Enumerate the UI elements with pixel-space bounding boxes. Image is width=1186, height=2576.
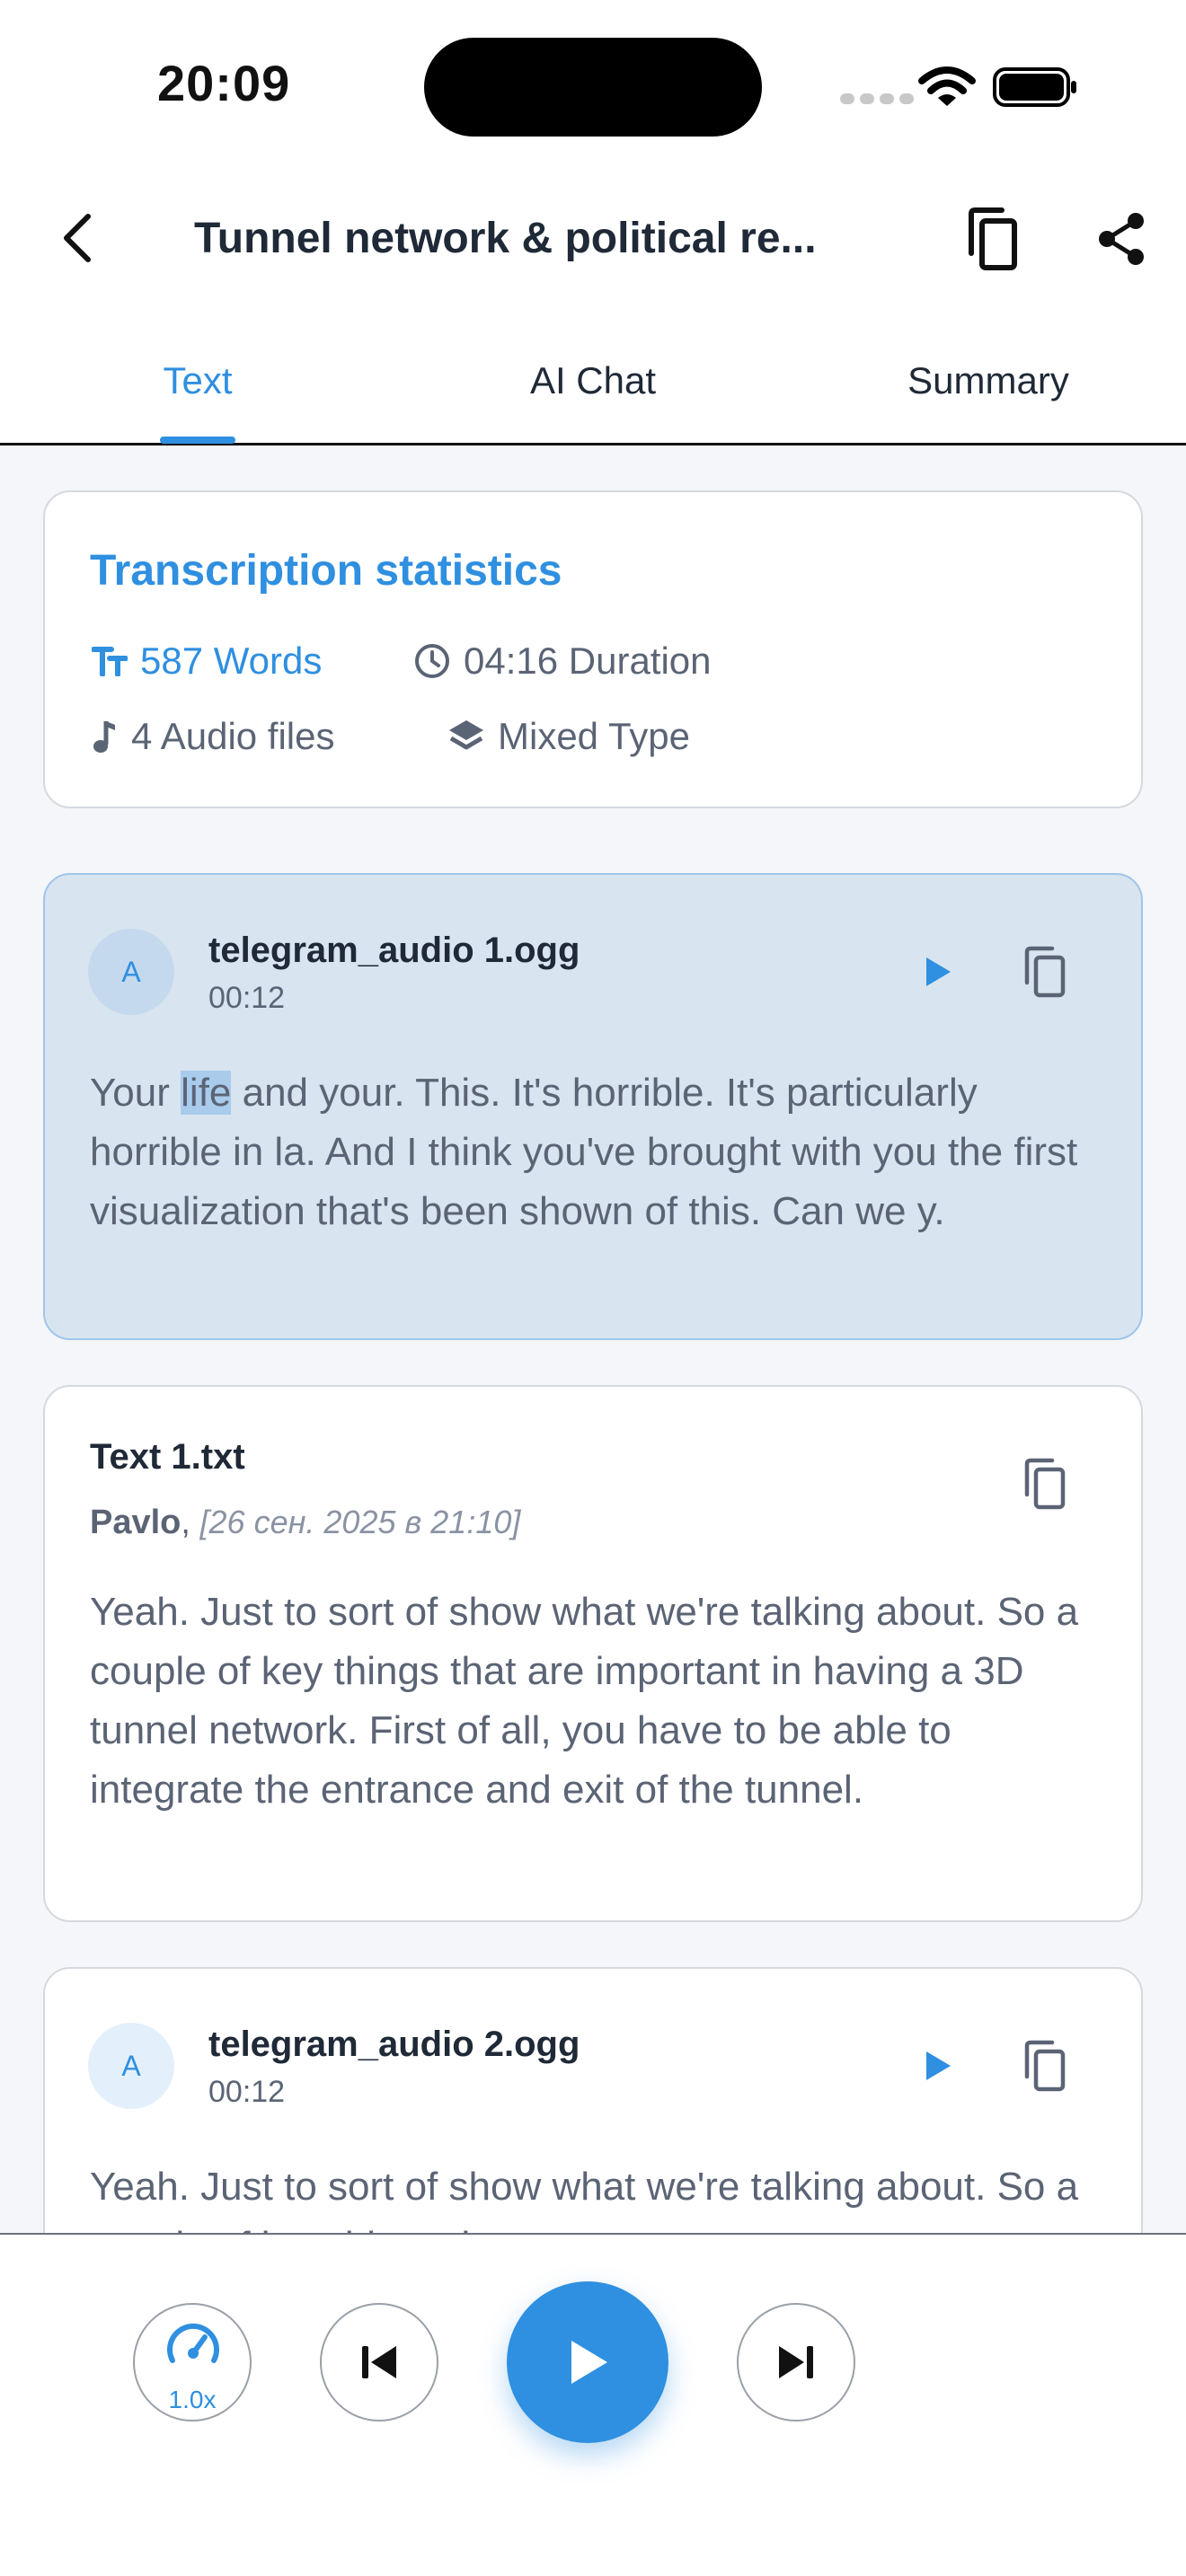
- speed-label: 1.0x: [168, 2386, 217, 2413]
- speedometer-icon: [167, 2323, 219, 2363]
- stat-audio-files-label: 4 Audio files: [131, 715, 335, 757]
- message-date: [26 сен. 2025 в 21:10]: [199, 1504, 521, 1540]
- dynamic-island: [424, 38, 762, 137]
- clock-icon: [415, 644, 449, 678]
- copy-icon: [969, 207, 1017, 270]
- share-button[interactable]: [1089, 203, 1154, 275]
- speed-button[interactable]: 1.0x: [133, 2303, 252, 2422]
- transcript-text-part: Your: [90, 1071, 181, 1115]
- page-title: Tunnel network & political re...: [194, 215, 817, 262]
- play-icon: [571, 2341, 607, 2384]
- copy-button[interactable]: [1013, 938, 1076, 1006]
- player-bar: 1.0x: [0, 2233, 1186, 2576]
- status-time: 20:09: [157, 55, 291, 111]
- previous-button[interactable]: [320, 2303, 438, 2422]
- tab-ai-chat[interactable]: AI Chat: [485, 359, 701, 402]
- play-button[interactable]: [911, 2039, 965, 2093]
- transcript-text-part: and your. This. It's horrible. It's part…: [90, 1071, 1078, 1233]
- file-name: telegram_audio 2.ogg: [208, 2025, 580, 2064]
- author-name: Pavlo: [90, 1504, 181, 1541]
- text-card[interactable]: Text 1.txt Pavlo, [26 сен. 2025 в 21:10]…: [43, 1385, 1143, 1922]
- copy-button[interactable]: [1013, 2032, 1076, 2100]
- audio-card-active[interactable]: A telegram_audio 1.ogg 00:12 Your life a…: [43, 873, 1143, 1340]
- share-icon: [1099, 213, 1144, 265]
- transcript-text: Your life and your. This. It's horrible.…: [90, 1063, 1096, 1241]
- stats-title: Transcription statistics: [90, 547, 562, 595]
- tab-text[interactable]: Text: [90, 359, 305, 402]
- active-tab-indicator: [160, 437, 235, 444]
- tab-summary[interactable]: Summary: [863, 359, 1114, 402]
- back-button[interactable]: [50, 207, 104, 269]
- battery-icon: [993, 67, 1076, 107]
- copy-all-button[interactable]: [958, 203, 1026, 275]
- avatar: A: [88, 2023, 174, 2109]
- back-icon: [64, 214, 91, 262]
- copy-icon: [1024, 2040, 1066, 2092]
- stat-duration: 04:16 Duration: [413, 640, 712, 683]
- stats-card: Transcription statistics 587 Words 04:16…: [43, 490, 1143, 808]
- stat-duration-label: 04:16 Duration: [464, 640, 712, 682]
- nav-header: Tunnel network & political re...: [0, 171, 1186, 305]
- file-duration: 00:12: [208, 2075, 286, 2109]
- wifi-icon: [918, 66, 976, 106]
- layers-icon: [449, 720, 483, 750]
- copy-icon: [1024, 1458, 1066, 1510]
- play-icon: [926, 2051, 951, 2080]
- music-note-icon: [93, 721, 115, 753]
- transcript-text: Yeah. Just to sort of show what we're ta…: [90, 1590, 1079, 1812]
- file-name: telegram_audio 1.ogg: [208, 931, 580, 970]
- status-bar: 20:09: [0, 0, 1186, 171]
- stat-words-label: 587 Words: [140, 640, 323, 682]
- play-icon: [926, 957, 951, 986]
- file-name: Text 1.txt: [90, 1437, 245, 1477]
- copy-button[interactable]: [1013, 1450, 1076, 1518]
- stat-words: 587 Words: [92, 640, 322, 683]
- avatar: A: [88, 929, 174, 1015]
- copy-icon: [1024, 946, 1066, 998]
- skip-next-icon: [779, 2346, 813, 2378]
- signal-icon: [840, 93, 914, 104]
- current-word-highlight: life: [181, 1071, 232, 1115]
- author-line: Pavlo, [26 сен. 2025 в 21:10]: [90, 1504, 521, 1541]
- next-button[interactable]: [737, 2303, 855, 2422]
- play-button[interactable]: [911, 945, 965, 999]
- text-size-icon: [92, 647, 128, 676]
- stat-type: Mixed Type: [447, 715, 690, 758]
- stat-audio-files: 4 Audio files: [92, 715, 335, 758]
- skip-previous-icon: [362, 2346, 396, 2378]
- main-play-button[interactable]: [507, 2281, 668, 2443]
- file-duration: 00:12: [208, 981, 286, 1015]
- stat-type-label: Mixed Type: [498, 715, 690, 757]
- tab-bar: Text AI Chat Summary: [0, 305, 1186, 446]
